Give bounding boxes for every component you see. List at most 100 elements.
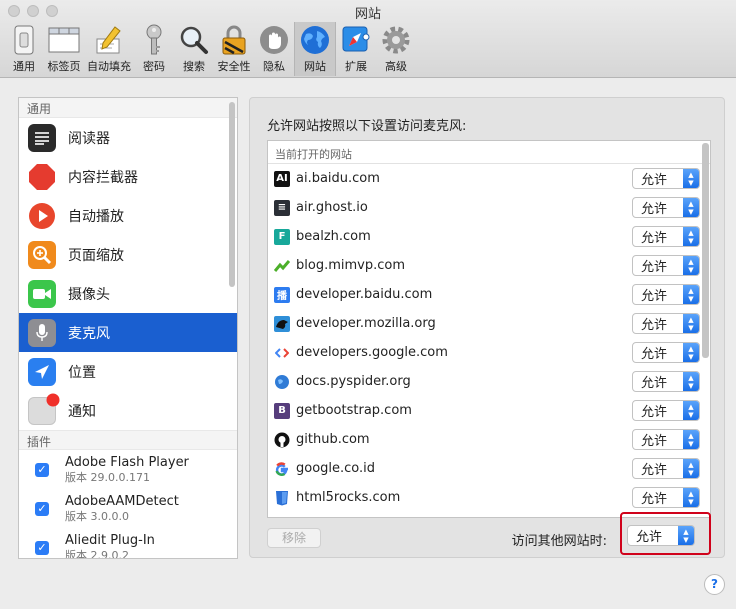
site-permission-select[interactable]: 允许 ▲ ▼ (632, 168, 700, 189)
toolbar-tab-general[interactable]: 通用 (4, 22, 44, 76)
site-name: github.com (296, 432, 370, 447)
site-name: developer.baidu.com (296, 287, 433, 302)
baidu-ai-favicon-icon: AI (274, 170, 290, 187)
settings-sidebar[interactable]: 通用 阅读器 内容拦截器 自动播放 页面缩放 摄像头 麦克风 位置 通知 插件 … (18, 97, 238, 559)
site-list[interactable]: 当前打开的网站 AI ai.baidu.com 允许 ▲ ▼ ≡ air.ghost… (267, 140, 711, 518)
toolbar-tab-privacy[interactable]: 隐私 (254, 22, 294, 76)
site-permission-select[interactable]: 允许 ▲ ▼ (632, 284, 700, 305)
toolbar-tab-extensions[interactable]: 扩展 (336, 22, 376, 76)
site-row[interactable]: developers.google.com 允许 ▲ ▼ (268, 338, 710, 367)
site-permission-select[interactable]: 允许 ▲ ▼ (632, 487, 700, 508)
toolbar-label: 通用 (13, 60, 35, 73)
site-row[interactable]: google.co.id 允许 ▲ ▼ (268, 454, 710, 483)
toolbar-tab-security[interactable]: 安全性 (214, 22, 254, 76)
toolbar-tab-advanced[interactable]: 高级 (376, 22, 416, 76)
toolbar-tab-tabs[interactable]: 标签页 (44, 22, 84, 76)
site-permission-select[interactable]: 允许 ▲ ▼ (632, 400, 700, 421)
site-permission-select[interactable]: 允许 ▲ ▼ (632, 197, 700, 218)
toolbar-label: 密码 (143, 60, 165, 73)
other-sites-select[interactable]: 允许 ▲ ▼ (627, 525, 695, 546)
site-permission-select[interactable]: 允许 ▲ ▼ (632, 458, 700, 479)
plugin-checkbox[interactable]: ✓ (35, 462, 49, 477)
plugin-name: Aliedit Plug-In (65, 532, 155, 548)
site-row[interactable]: F bealzh.com 允许 ▲ ▼ (268, 222, 710, 251)
sidebar-item-label: 页面缩放 (68, 247, 124, 264)
select-value: 允许 (641, 405, 668, 420)
plugin-item-aliedit[interactable]: ✓ Aliedit Plug-In 版本 2.9.0.2 (19, 528, 237, 558)
other-sites-label: 访问其他网站时: (511, 534, 607, 549)
sidebar-scrollbar[interactable] (229, 102, 235, 287)
mimvp-favicon-icon (274, 258, 290, 274)
site-row[interactable]: B getbootstrap.com 允许 ▲ ▼ (268, 396, 710, 425)
globe-icon (298, 24, 332, 56)
site-permission-select[interactable]: 允许 ▲ ▼ (632, 371, 700, 392)
select-value: 允许 (641, 318, 668, 333)
site-permission-select[interactable]: 允许 ▲ ▼ (632, 313, 700, 334)
toolbar-tab-websites[interactable]: 网站 (294, 22, 336, 76)
window-titlebar: 网站 通用 标签页 自动填充 密码 搜索 安全性 隐私 网站 扩展 高级 (0, 0, 736, 78)
toolbar-tab-passwords[interactable]: 密码 (134, 22, 174, 76)
site-row[interactable]: html5rocks.com 允许 ▲ ▼ (268, 483, 710, 512)
select-value: 允许 (641, 202, 668, 217)
chevron-up-down-icon: ▲ ▼ (683, 285, 699, 304)
site-permission-select[interactable]: 允许 ▲ ▼ (632, 255, 700, 276)
site-row[interactable]: developer.mozilla.org 允许 ▲ ▼ (268, 309, 710, 338)
plugin-name: AdobeAAMDetect (65, 493, 179, 509)
select-value: 允许 (636, 530, 663, 545)
sidebar-item-page-zoom[interactable]: 页面缩放 (19, 235, 237, 274)
notification-icon (28, 393, 60, 425)
chevron-up-down-icon: ▲ ▼ (683, 256, 699, 275)
hand-icon (257, 24, 291, 56)
select-value: 允许 (641, 260, 668, 275)
site-row[interactable]: 播 developer.baidu.com 允许 ▲ ▼ (268, 280, 710, 309)
site-row[interactable]: github.com 允许 ▲ ▼ (268, 425, 710, 454)
sidebar-item-notifications[interactable]: 通知 (19, 391, 237, 430)
plugin-item-adobe-flash[interactable]: ✓ Adobe Flash Player 版本 29.0.0.171 (19, 450, 237, 489)
chevron-up-down-icon: ▲ ▼ (683, 343, 699, 362)
chevron-up-down-icon: ▲ ▼ (683, 198, 699, 217)
help-button[interactable]: ? (704, 574, 725, 595)
site-permission-select[interactable]: 允许 ▲ ▼ (632, 226, 700, 247)
chevron-up-down-icon: ▲ ▼ (683, 401, 699, 420)
toolbar-tab-search[interactable]: 搜索 (174, 22, 214, 76)
sidebar-item-camera[interactable]: 摄像头 (19, 274, 237, 313)
site-row[interactable]: AI ai.baidu.com 允许 ▲ ▼ (268, 164, 710, 193)
reader-icon (28, 123, 56, 152)
site-list-header: 当前打开的网站 (268, 141, 710, 164)
chevron-up-down-icon: ▲ ▼ (683, 488, 699, 507)
sidebar-item-reader[interactable]: 阅读器 (19, 118, 237, 157)
toolbar-label: 自动填充 (87, 60, 131, 73)
sidebar-item-microphone[interactable]: 麦克风 (19, 313, 237, 352)
site-permission-select[interactable]: 允许 ▲ ▼ (632, 429, 700, 450)
chevron-up-down-icon: ▲ ▼ (683, 314, 699, 333)
site-name: html5rocks.com (296, 490, 401, 505)
sidebar-item-content-blockers[interactable]: 内容拦截器 (19, 157, 237, 196)
sidebar-item-label: 通知 (68, 403, 96, 420)
chevron-up-down-icon: ▲ ▼ (683, 459, 699, 478)
plugin-version: 版本 29.0.0.171 (65, 470, 150, 484)
sidebar-section-plugins: 插件 (19, 430, 237, 450)
site-row[interactable]: ≡ air.ghost.io 允许 ▲ ▼ (268, 193, 710, 222)
magnifier-icon (177, 24, 211, 56)
plugin-checkbox[interactable]: ✓ (35, 501, 49, 516)
tabs-icon (47, 24, 81, 56)
toolbar-label: 安全性 (217, 60, 251, 73)
plugin-checkbox[interactable]: ✓ (35, 540, 49, 555)
toolbar-label: 隐私 (263, 60, 285, 73)
sidebar-item-autoplay[interactable]: 自动播放 (19, 196, 237, 235)
plugin-item-adobeaamdetect[interactable]: ✓ AdobeAAMDetect 版本 3.0.0.0 (19, 489, 237, 528)
sidebar-item-label: 摄像头 (68, 286, 110, 303)
sidebar-item-label: 位置 (68, 364, 96, 381)
chevron-up-down-icon: ▲ ▼ (683, 430, 699, 449)
sidebar-item-location[interactable]: 位置 (19, 352, 237, 391)
site-permission-select[interactable]: 允许 ▲ ▼ (632, 342, 700, 363)
site-row[interactable]: blog.mimvp.com 允许 ▲ ▼ (268, 251, 710, 280)
chevron-up-down-icon: ▲ ▼ (678, 526, 694, 545)
other-sites-select-wrapper: 允许 ▲ ▼ (627, 525, 695, 546)
remove-button[interactable]: 移除 (267, 528, 321, 548)
site-row[interactable]: docs.pyspider.org 允许 ▲ ▼ (268, 367, 710, 396)
toolbar-label: 网站 (304, 60, 326, 73)
toolbar-label: 高级 (385, 60, 407, 73)
toolbar-tab-autofill[interactable]: 自动填充 (84, 22, 134, 76)
site-name: developer.mozilla.org (296, 316, 436, 331)
